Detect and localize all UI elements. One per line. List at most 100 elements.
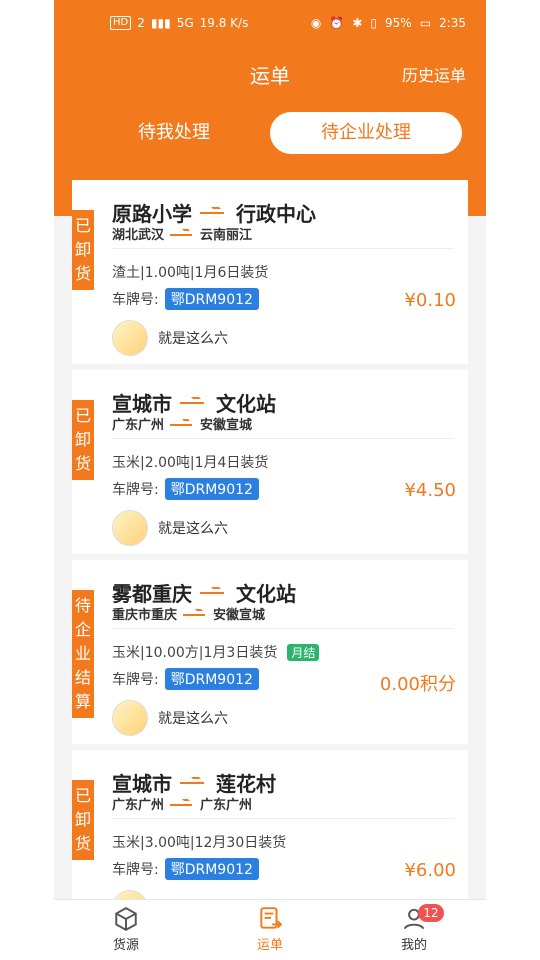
clock: 2:35 <box>439 16 466 30</box>
owner-row: 就是这么六 <box>112 320 228 356</box>
subroute-to: 安徽宣城 <box>213 608 266 623</box>
small-arrow-icon <box>170 799 194 809</box>
price: ¥0.10 <box>404 290 456 311</box>
vibrate-icon: ▯ <box>370 16 378 30</box>
speed-indicator: 19.8 K/s <box>199 16 249 30</box>
battery-icon: ▭ <box>419 16 432 30</box>
order-card[interactable]: 待企业结算 雾都重庆 文化站 重庆市重庆 安徽宣城 玉米|10.00方|1月3日… <box>72 560 468 744</box>
status-ribbon: 已卸货 <box>72 400 94 480</box>
route: 雾都重庆 文化站 <box>112 578 296 607</box>
subroute: 重庆市重庆 安徽宣城 <box>112 604 265 623</box>
cargo-info: 玉米|10.00方|1月3日装货 月结 <box>112 642 320 662</box>
box-icon <box>115 907 137 931</box>
owner-name: 就是这么六 <box>158 521 228 537</box>
order-list-icon <box>260 907 283 929</box>
plate-label: 车牌号: <box>112 482 159 498</box>
hd-indicator: HD <box>110 16 132 30</box>
plate-label: 车牌号: <box>112 292 159 308</box>
owner-row: 就是这么六 <box>112 700 228 736</box>
plate-label: 车牌号: <box>112 862 159 878</box>
route: 宣城市 莲花村 <box>112 768 276 797</box>
avatar <box>112 320 148 356</box>
notification-badge: 12 <box>418 904 444 922</box>
bottom-navigation: 货源 运单 12 我的 <box>54 899 486 960</box>
cargo-info: 玉米|3.00吨|12月30日装货 <box>112 835 287 851</box>
tabs: 待我处理 待企业处理 <box>54 112 486 154</box>
nav-cargo[interactable]: 货源 <box>54 906 198 953</box>
route-to: 文化站 <box>236 582 296 606</box>
subroute-from: 重庆市重庆 <box>112 608 178 623</box>
small-arrow-icon <box>170 419 194 429</box>
subroute-from: 湖北武汉 <box>112 228 165 243</box>
status-ribbon: 已卸货 <box>72 210 94 290</box>
subroute: 广东广州 安徽宣城 <box>112 414 252 433</box>
owner-name: 就是这么六 <box>158 331 228 347</box>
signal-icon: ▮▮▮ <box>150 16 171 30</box>
divider <box>112 628 454 629</box>
route-to: 莲花村 <box>216 772 276 796</box>
plate-label: 车牌号: <box>112 672 159 688</box>
history-orders-link[interactable]: 历史运单 <box>402 62 466 86</box>
small-arrow-icon <box>183 609 207 619</box>
plate-row: 车牌号: 鄂DRM9012 <box>112 858 259 880</box>
status-left: HD 2 ▮▮▮ 5G 19.8 K/s <box>110 16 248 30</box>
alarm-icon: ⏰ <box>329 16 345 30</box>
phone-screen: HD 2 ▮▮▮ 5G 19.8 K/s ◉ ⏰ ✱ ▯ 95% ▭ 2:35 … <box>54 0 486 960</box>
sim-indicator: 2 <box>137 16 145 30</box>
plate-row: 车牌号: 鄂DRM9012 <box>112 478 259 500</box>
bluetooth-icon: ✱ <box>352 16 363 30</box>
plate-tag: 鄂DRM9012 <box>164 288 259 310</box>
subroute-to: 安徽宣城 <box>200 418 253 433</box>
route: 宣城市 文化站 <box>112 388 276 417</box>
arrow-icon <box>200 207 228 219</box>
owner-name: 就是这么六 <box>158 711 228 727</box>
nav-mine-label: 我的 <box>400 938 427 953</box>
tab-pending-me[interactable]: 待我处理 <box>94 112 254 154</box>
arrow-icon <box>180 397 208 409</box>
nav-orders-label: 运单 <box>256 938 283 953</box>
arrow-icon <box>200 587 228 599</box>
order-card[interactable]: 已卸货 宣城市 文化站 广东广州 安徽宣城 玉米|2.00吨|1月4日装货 车牌… <box>72 370 468 554</box>
cargo-info: 玉米|2.00吨|1月4日装货 <box>112 455 269 471</box>
route-to: 文化站 <box>216 392 276 416</box>
route-from: 原路小学 <box>112 202 192 226</box>
subroute-from: 广东广州 <box>112 418 165 433</box>
battery-percent: 95% <box>385 16 412 30</box>
plate-tag: 鄂DRM9012 <box>164 668 259 690</box>
tab-pending-company[interactable]: 待企业处理 <box>270 112 462 154</box>
monthly-settlement-badge: 月结 <box>287 643 320 661</box>
network-indicator: 5G <box>176 16 194 30</box>
subroute: 湖北武汉 云南丽江 <box>112 224 252 243</box>
plate-row: 车牌号: 鄂DRM9012 <box>112 288 259 310</box>
eye-icon: ◉ <box>310 16 322 30</box>
plate-row: 车牌号: 鄂DRM9012 <box>112 668 259 690</box>
orders-list: 已卸货 原路小学 行政中心 湖北武汉 云南丽江 渣土|1.00吨|1月6日装货 … <box>72 180 468 940</box>
plate-tag: 鄂DRM9012 <box>164 478 259 500</box>
nav-orders[interactable]: 运单 <box>198 906 342 953</box>
route-to: 行政中心 <box>236 202 316 226</box>
route: 原路小学 行政中心 <box>112 198 316 227</box>
small-arrow-icon <box>170 229 194 239</box>
status-bar: HD 2 ▮▮▮ 5G 19.8 K/s ◉ ⏰ ✱ ▯ 95% ▭ 2:35 <box>54 12 486 40</box>
route-from: 宣城市 <box>112 392 172 416</box>
cargo-info: 渣土|1.00吨|1月6日装货 <box>112 265 269 281</box>
arrow-icon <box>180 777 208 789</box>
owner-row: 就是这么六 <box>112 510 228 546</box>
cargo-info-text: 玉米|10.00方|1月3日装货 <box>112 645 278 661</box>
order-card[interactable]: 已卸货 原路小学 行政中心 湖北武汉 云南丽江 渣土|1.00吨|1月6日装货 … <box>72 180 468 364</box>
subroute-to: 广东广州 <box>200 798 253 813</box>
subroute-to: 云南丽江 <box>200 228 253 243</box>
nav-mine[interactable]: 12 我的 <box>342 904 486 953</box>
nav-cargo-label: 货源 <box>112 938 139 953</box>
avatar <box>112 700 148 736</box>
avatar <box>112 510 148 546</box>
subroute-from: 广东广州 <box>112 798 165 813</box>
subroute: 广东广州 广东广州 <box>112 794 252 813</box>
route-from: 雾都重庆 <box>112 582 192 606</box>
status-right: ◉ ⏰ ✱ ▯ 95% ▭ 2:35 <box>311 16 466 30</box>
divider <box>112 438 454 439</box>
status-ribbon: 待企业结算 <box>72 590 94 718</box>
price: ¥6.00 <box>404 860 456 881</box>
status-ribbon: 已卸货 <box>72 780 94 860</box>
price: ¥4.50 <box>404 480 456 501</box>
